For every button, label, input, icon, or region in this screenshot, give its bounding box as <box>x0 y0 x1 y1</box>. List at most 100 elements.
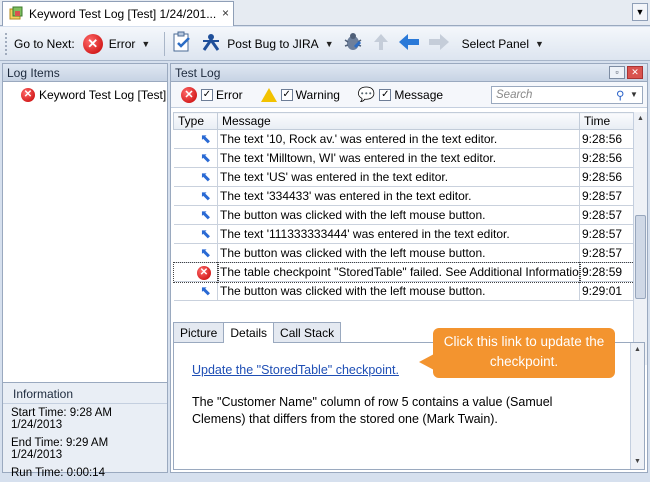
post-bug-to-jira-button[interactable]: Post Bug to JIRA ▼ <box>201 32 334 55</box>
tab-call-stack[interactable]: Call Stack <box>273 322 342 342</box>
goto-next-label: Go to Next: <box>14 36 75 51</box>
row-time: 9:28:56 <box>579 129 634 149</box>
go-to-parent-button[interactable] <box>372 32 390 55</box>
warning-filter[interactable]: ✓ Warning <box>260 87 340 102</box>
post-bug-label: Post Bug to JIRA <box>227 36 319 51</box>
log-tree-item[interactable]: ✕ Keyword Test Log [Test] <box>21 88 167 102</box>
clipboard-check-icon <box>171 31 193 56</box>
document-tab-title: Keyword Test Log [Test] 1/24/201... <box>29 7 217 21</box>
warning-filter-label: Warning <box>295 87 340 102</box>
mouse-cursor-icon: ⬉ <box>200 245 211 260</box>
mouse-cursor-icon: ⬉ <box>200 207 211 222</box>
row-time: 9:28:56 <box>579 148 634 168</box>
properties-button[interactable] <box>171 31 193 56</box>
jira-icon <box>201 32 221 55</box>
warning-icon <box>260 87 277 102</box>
table-row[interactable]: ⬉ The text '334433' was entered in the t… <box>173 186 634 206</box>
information-header: Information <box>3 383 167 404</box>
scroll-up-icon[interactable]: ▲ <box>631 343 644 357</box>
arrow-right-icon <box>428 33 450 54</box>
column-header-message[interactable]: Message <box>217 112 580 130</box>
row-time: 9:28:59 <box>578 261 635 283</box>
row-message: The button was clicked with the left mou… <box>217 281 580 301</box>
row-message: The button was clicked with the left mou… <box>217 243 580 263</box>
select-panel-dropdown[interactable]: Select Panel ▼ <box>458 37 544 51</box>
row-message: The button was clicked with the left mou… <box>217 205 580 225</box>
scrollbar-thumb[interactable] <box>635 215 646 299</box>
close-panel-icon[interactable]: ✕ <box>627 66 643 79</box>
chevron-down-icon: ▼ <box>324 38 334 49</box>
error-filter[interactable]: ✕ ✓ Error <box>181 86 243 103</box>
close-tab-icon[interactable]: × <box>222 6 229 20</box>
table-row[interactable]: ⬉ The text 'US' was entered in the text … <box>173 167 634 187</box>
bug-button[interactable] <box>342 32 364 55</box>
restore-panel-icon[interactable]: ▫ <box>609 66 625 79</box>
table-row-selected[interactable]: ✕ The table checkpoint "StoredTable" fai… <box>172 261 635 283</box>
search-icon[interactable]: ⚲ <box>616 88 630 102</box>
document-tab-bar: Keyword Test Log [Test] 1/24/201... × ▼ <box>0 0 650 26</box>
row-time: 9:28:57 <box>579 243 634 263</box>
row-time: 9:29:01 <box>579 281 634 301</box>
tab-list-dropdown-icon[interactable]: ▼ <box>632 3 648 21</box>
goto-next-error-dropdown[interactable]: ✕ Error ▼ <box>82 33 150 54</box>
row-time: 9:28:57 <box>579 186 634 206</box>
mouse-cursor-icon: ⬉ <box>200 131 211 146</box>
forward-button[interactable] <box>428 33 450 54</box>
mouse-cursor-icon: ⬉ <box>200 226 211 241</box>
row-time: 9:28:57 <box>579 224 634 244</box>
table-row[interactable]: ⬉ The text 'Milltown, WI' was entered in… <box>173 148 634 168</box>
test-log-window: Keyword Test Log [Test] 1/24/201... × ▼ … <box>0 0 650 479</box>
search-input[interactable]: Search ⚲ ▼ <box>491 85 643 104</box>
column-header-time[interactable]: Time <box>579 112 634 130</box>
back-button[interactable] <box>398 33 420 54</box>
arrow-left-icon <box>398 33 420 54</box>
message-filter[interactable]: 💬 ✓ Message <box>358 86 443 103</box>
message-filter-bar: ✕ ✓ Error ✓ Warning 💬 ✓ Message Search ⚲… <box>171 82 647 108</box>
tab-details[interactable]: Details <box>223 322 275 343</box>
row-message: The text '334433' was entered in the tex… <box>217 186 580 206</box>
mouse-cursor-icon: ⬉ <box>200 150 211 165</box>
test-log-tab-icon <box>9 6 23 23</box>
callout-tooltip: Click this link to update the checkpoint… <box>419 328 615 378</box>
log-grid-scrollbar[interactable]: ▲ <box>633 112 647 365</box>
chevron-down-icon[interactable]: ▼ <box>630 90 642 99</box>
message-icon: 💬 <box>357 86 376 102</box>
row-message: The text 'US' was entered in the text ed… <box>217 167 580 187</box>
scroll-up-icon[interactable]: ▲ <box>634 112 647 126</box>
details-scrollbar[interactable]: ▲ ▼ <box>630 343 644 469</box>
table-row[interactable]: ⬉ The text '10, Rock av.' was entered in… <box>173 129 634 149</box>
toolbar: Go to Next: ✕ Error ▼ Post Bug to JIRA ▼ <box>0 27 650 61</box>
arrow-up-icon <box>372 32 390 55</box>
error-checkbox[interactable]: ✓ <box>201 88 213 101</box>
warning-checkbox[interactable]: ✓ <box>280 88 293 101</box>
error-icon: ✕ <box>82 33 103 54</box>
message-filter-label: Message <box>394 87 444 102</box>
document-tab[interactable]: Keyword Test Log [Test] 1/24/201... × <box>2 1 234 26</box>
chevron-down-icon: ▼ <box>535 38 544 49</box>
log-items-panel: Log Items ✕ Keyword Test Log [Test] Info… <box>2 63 168 479</box>
update-checkpoint-link[interactable]: Update the "StoredTable" checkpoint. <box>192 363 399 377</box>
toolbar-separator <box>164 31 166 56</box>
row-message: The text 'Milltown, WI' was entered in t… <box>217 148 580 168</box>
log-items-header: Log Items <box>3 64 167 82</box>
message-checkbox[interactable]: ✓ <box>379 88 392 101</box>
scroll-down-icon[interactable]: ▼ <box>631 455 644 469</box>
mouse-cursor-icon: ⬉ <box>200 283 211 298</box>
column-header-type[interactable]: Type <box>173 112 218 130</box>
error-icon: ✕ <box>197 266 211 280</box>
table-row[interactable]: ⬉ The text '111333333444' was entered in… <box>173 224 634 244</box>
table-row[interactable]: ⬉ The button was clicked with the left m… <box>173 281 634 301</box>
select-panel-label: Select Panel <box>461 36 529 51</box>
test-log-panel: Test Log ▫ ✕ ✕ ✓ Error ✓ Warning 💬 ✓ Mes… <box>170 63 648 473</box>
tab-picture[interactable]: Picture <box>173 322 225 342</box>
row-time: 9:28:56 <box>579 167 634 187</box>
table-row[interactable]: ⬉ The button was clicked with the left m… <box>173 205 634 225</box>
toolbar-grip[interactable] <box>4 31 8 56</box>
mouse-cursor-icon: ⬉ <box>200 169 211 184</box>
error-icon: ✕ <box>21 88 35 102</box>
row-message: The table checkpoint "StoredTable" faile… <box>216 261 581 283</box>
run-time: Run Time: 0:00:14 <box>11 467 105 479</box>
bug-icon <box>342 32 364 55</box>
mouse-cursor-icon: ⬉ <box>200 188 211 203</box>
table-row[interactable]: ⬉ The button was clicked with the left m… <box>173 243 634 263</box>
